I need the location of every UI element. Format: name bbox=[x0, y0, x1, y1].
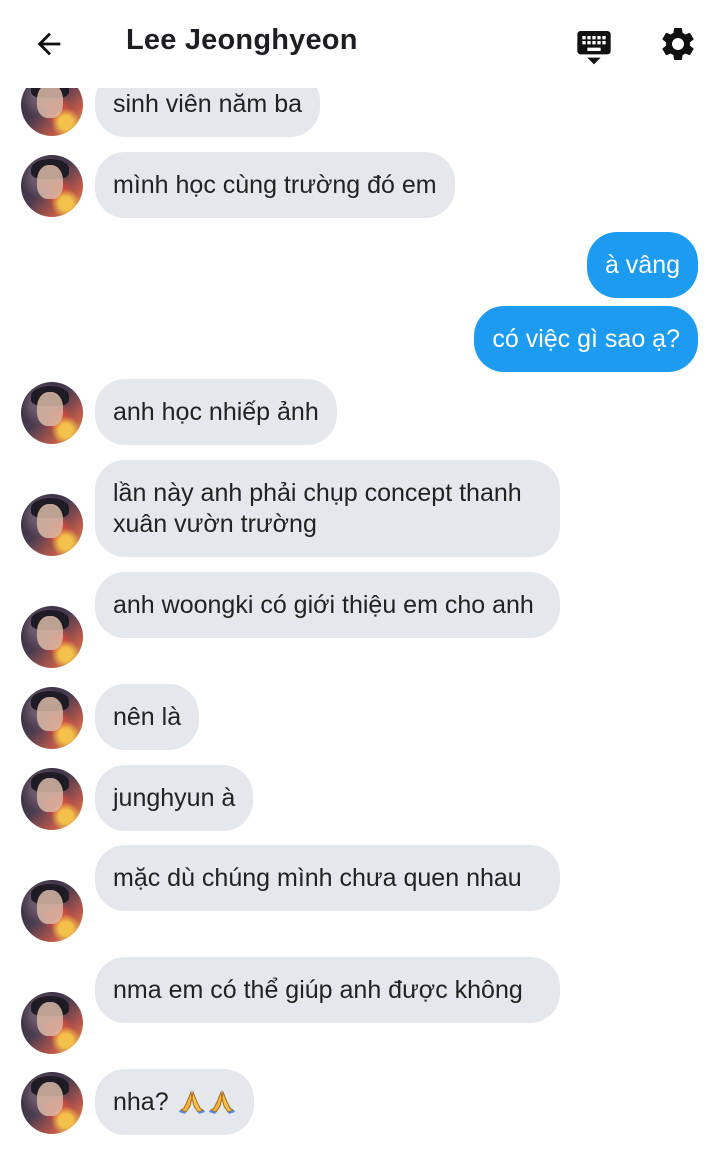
avatar[interactable] bbox=[21, 880, 83, 942]
avatar[interactable] bbox=[21, 494, 83, 556]
message-bubble-incoming: anh học nhiếp ảnh bbox=[95, 379, 337, 445]
message-bubble-incoming: lần này anh phải chụp concept thanh xuân… bbox=[95, 460, 560, 557]
message-bubble-incoming: nên là bbox=[95, 684, 200, 750]
settings-button[interactable] bbox=[656, 22, 700, 66]
avatar[interactable] bbox=[21, 382, 83, 444]
message-bubble-incoming: nma em có thể giúp anh được không bbox=[95, 957, 560, 1023]
back-button[interactable] bbox=[24, 22, 74, 66]
message-bubble-incoming: mình học cùng trường đó em bbox=[95, 152, 455, 218]
message-text: nha? bbox=[113, 1088, 169, 1116]
message-bubble-incoming: junghyun à bbox=[95, 765, 254, 831]
conversation-title: Lee Jeonghyeon bbox=[126, 24, 358, 56]
folded-hands-emoji bbox=[208, 1090, 235, 1114]
avatar[interactable] bbox=[21, 768, 83, 830]
keyboard-button[interactable] bbox=[572, 24, 616, 68]
arrow-left-icon bbox=[37, 32, 61, 56]
message-bubble-incoming: mặc dù chúng mình chưa quen nhau bbox=[95, 845, 560, 911]
message-bubble-outgoing: à vâng bbox=[586, 232, 698, 298]
chat-header: Lee Jeonghyeon bbox=[0, 0, 720, 88]
folded-hands-emoji bbox=[178, 1090, 205, 1114]
avatar[interactable] bbox=[21, 606, 83, 668]
gear-icon bbox=[662, 27, 694, 60]
avatar[interactable] bbox=[21, 992, 83, 1054]
avatar[interactable] bbox=[21, 155, 83, 217]
message-bubble-incoming: nha? bbox=[95, 1069, 254, 1135]
avatar[interactable] bbox=[21, 1072, 83, 1134]
message-bubble-incoming: anh woongki có giới thiệu em cho anh bbox=[95, 572, 560, 638]
message-bubble-outgoing: có việc gì sao ạ? bbox=[474, 306, 698, 372]
avatar[interactable] bbox=[21, 687, 83, 749]
keyboard-icon bbox=[577, 31, 611, 65]
chat-screen: Lee Jeonghyeon sinh viên năm ba mình học… bbox=[0, 0, 720, 1154]
